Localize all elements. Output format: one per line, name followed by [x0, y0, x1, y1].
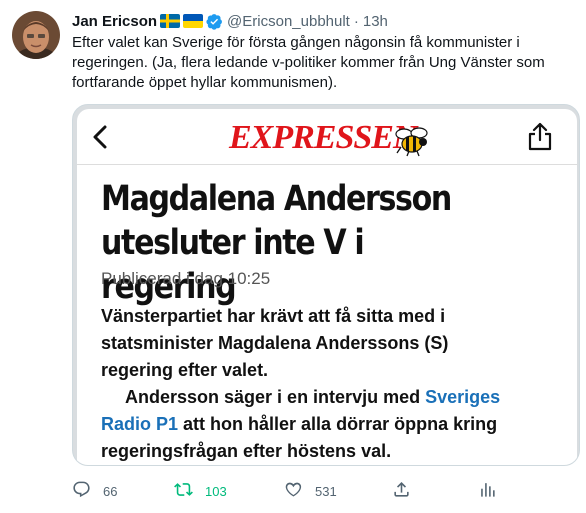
headline-line: utesluter inte V i regering [101, 223, 365, 307]
paragraph-line: regeringsfrågan efter höstens val. [101, 441, 392, 461]
tweet-text-line: fortfarande öppet hyllar kommunismen). [72, 74, 338, 91]
analytics-icon [478, 480, 497, 502]
article-lead: Vänsterpartiet har krävt att få sitta me… [101, 303, 571, 384]
lead-line: statsminister Magdalena Anderssons (S) [101, 333, 449, 353]
article-topbar: EXPRESSEN [77, 109, 577, 165]
user-handle[interactable]: @Ericson_ubbhult [227, 13, 350, 30]
like-icon [284, 480, 303, 502]
timestamp[interactable]: 13h [363, 13, 388, 30]
lead-line: Vänsterpartiet har krävt att få sitta me… [101, 306, 446, 326]
ukraine-flag-icon [183, 14, 204, 28]
like-button[interactable]: 531 [284, 480, 337, 502]
analytics-button[interactable] [478, 480, 497, 502]
paragraph-text: att hon håller alla dörrar öppna kring [178, 414, 498, 434]
sveriges-radio-link: Radio P1 [101, 414, 179, 434]
lead-line: regering efter valet. [101, 360, 269, 380]
retweet-button[interactable]: 103 [174, 480, 227, 502]
retweet-icon [174, 480, 193, 502]
article-screenshot: EXPRESSEN Magdalena Andersson utesluter … [77, 109, 577, 465]
reply-count: 66 [103, 483, 118, 499]
reply-icon [72, 480, 91, 502]
tweet-text: Efter valet kan Sverige för första gånge… [72, 33, 572, 93]
tweet-actions: 66 103 531 [72, 480, 502, 502]
tweet-header: Jan Ericson @Ericson_ubbhult · 13h [72, 11, 388, 31]
tweet-text-line: Efter valet kan Sverige för första gånge… [72, 34, 520, 51]
back-arrow-icon [89, 123, 113, 151]
separator-dot: · [353, 12, 359, 30]
sveriges-radio-link: Sveriges [425, 387, 501, 407]
article-paragraph: Andersson säger i en intervju med Sverig… [101, 384, 571, 465]
share-icon [527, 121, 553, 151]
sweden-flag-icon [160, 14, 181, 28]
tweet-text-line: regeringen. (Ja, flera ledande v-politik… [72, 54, 545, 71]
attached-image[interactable]: EXPRESSEN Magdalena Andersson utesluter … [72, 104, 580, 466]
retweet-count: 103 [205, 483, 227, 499]
article-headline: Magdalena Andersson utesluter inte V i r… [101, 177, 505, 309]
share-tweet-icon [392, 480, 411, 502]
paragraph-line: Radio P1 att hon håller alla dörrar öppn… [101, 411, 571, 438]
share-tweet-button[interactable] [392, 480, 411, 502]
paragraph-line: Andersson säger i en intervju med Sverig… [101, 384, 571, 411]
avatar[interactable] [12, 11, 60, 59]
verified-badge-icon [206, 13, 223, 30]
tweet[interactable]: Jan Ericson @Ericson_ubbhult · 13h Efter… [0, 0, 586, 513]
published-date: Publicerad i dag 10:25 [101, 269, 271, 288]
reply-button[interactable]: 66 [72, 480, 117, 502]
display-name[interactable]: Jan Ericson [72, 13, 157, 30]
headline-line: Magdalena Andersson [101, 179, 452, 219]
paragraph-text: Andersson säger i en intervju med [125, 387, 426, 407]
like-count: 531 [315, 483, 337, 499]
bee-logo-icon [395, 127, 431, 157]
